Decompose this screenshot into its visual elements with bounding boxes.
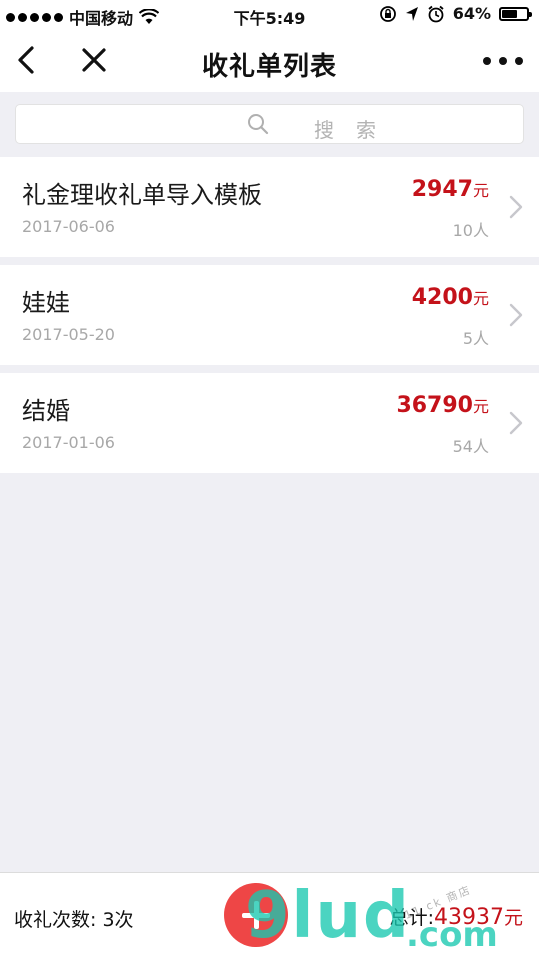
item-amount-value: 4200 bbox=[411, 285, 473, 310]
page-title: 收礼单列表 bbox=[201, 52, 337, 82]
item-name: 礼金理收礼单导入模板 bbox=[22, 181, 262, 209]
search-placeholder: 搜索 bbox=[314, 118, 398, 142]
item-amount: 4200元 bbox=[412, 285, 489, 310]
battery-icon bbox=[499, 6, 532, 21]
alarm-icon bbox=[428, 5, 444, 22]
lock-rotation-icon bbox=[379, 5, 396, 22]
item-count: 54人 bbox=[452, 437, 489, 456]
item-date: 2017-01-06 bbox=[22, 433, 115, 452]
location-arrow-icon bbox=[405, 6, 418, 21]
item-amount: 2947元 bbox=[412, 177, 489, 202]
list-item[interactable]: 结婚 2017-01-06 36790元 54人 bbox=[0, 373, 539, 473]
chevron-right-icon bbox=[509, 195, 523, 219]
search-bar: 搜索 bbox=[0, 92, 539, 154]
add-button[interactable] bbox=[224, 883, 288, 947]
total-amount: 43937 bbox=[433, 905, 504, 930]
item-amount-unit: 元 bbox=[472, 289, 489, 308]
item-date: 2017-05-20 bbox=[22, 325, 115, 344]
item-amount-unit: 元 bbox=[472, 397, 489, 416]
item-name: 娃娃 bbox=[22, 289, 70, 317]
gift-count-text: 收礼次数: 3次 bbox=[14, 909, 134, 931]
item-name: 结婚 bbox=[22, 397, 70, 425]
item-amount: 36790元 bbox=[396, 393, 489, 418]
search-icon bbox=[248, 114, 269, 135]
item-count: 10人 bbox=[452, 221, 489, 240]
more-dots-icon[interactable] bbox=[483, 52, 523, 70]
item-amount-unit: 元 bbox=[472, 181, 489, 200]
item-date: 2017-06-06 bbox=[22, 217, 115, 236]
total-label: 总计: bbox=[389, 907, 434, 929]
list-item[interactable]: 娃娃 2017-05-20 4200元 5人 bbox=[0, 265, 539, 365]
total-summary: 总计:43937元 bbox=[390, 903, 523, 930]
status-right: 64% bbox=[379, 4, 532, 23]
battery-percent: 64% bbox=[452, 4, 491, 23]
item-amount-value: 2947 bbox=[411, 177, 473, 202]
battery-fill bbox=[502, 9, 517, 18]
status-bar: 中国移动 下午5:49 64% bbox=[0, 0, 539, 30]
chevron-right-icon bbox=[509, 303, 523, 327]
chevron-right-icon bbox=[509, 411, 523, 435]
search-input[interactable]: 搜索 bbox=[15, 104, 524, 144]
item-amount-value: 36790 bbox=[396, 393, 473, 418]
total-unit: 元 bbox=[503, 907, 523, 929]
list-item[interactable]: 礼金理收礼单导入模板 2017-06-06 2947元 10人 bbox=[0, 157, 539, 257]
item-count: 5人 bbox=[462, 329, 489, 348]
nav-bar: 收礼单列表 bbox=[0, 30, 539, 92]
footer-bar: 收礼次数: 3次 总计:43937元 bbox=[0, 872, 539, 960]
